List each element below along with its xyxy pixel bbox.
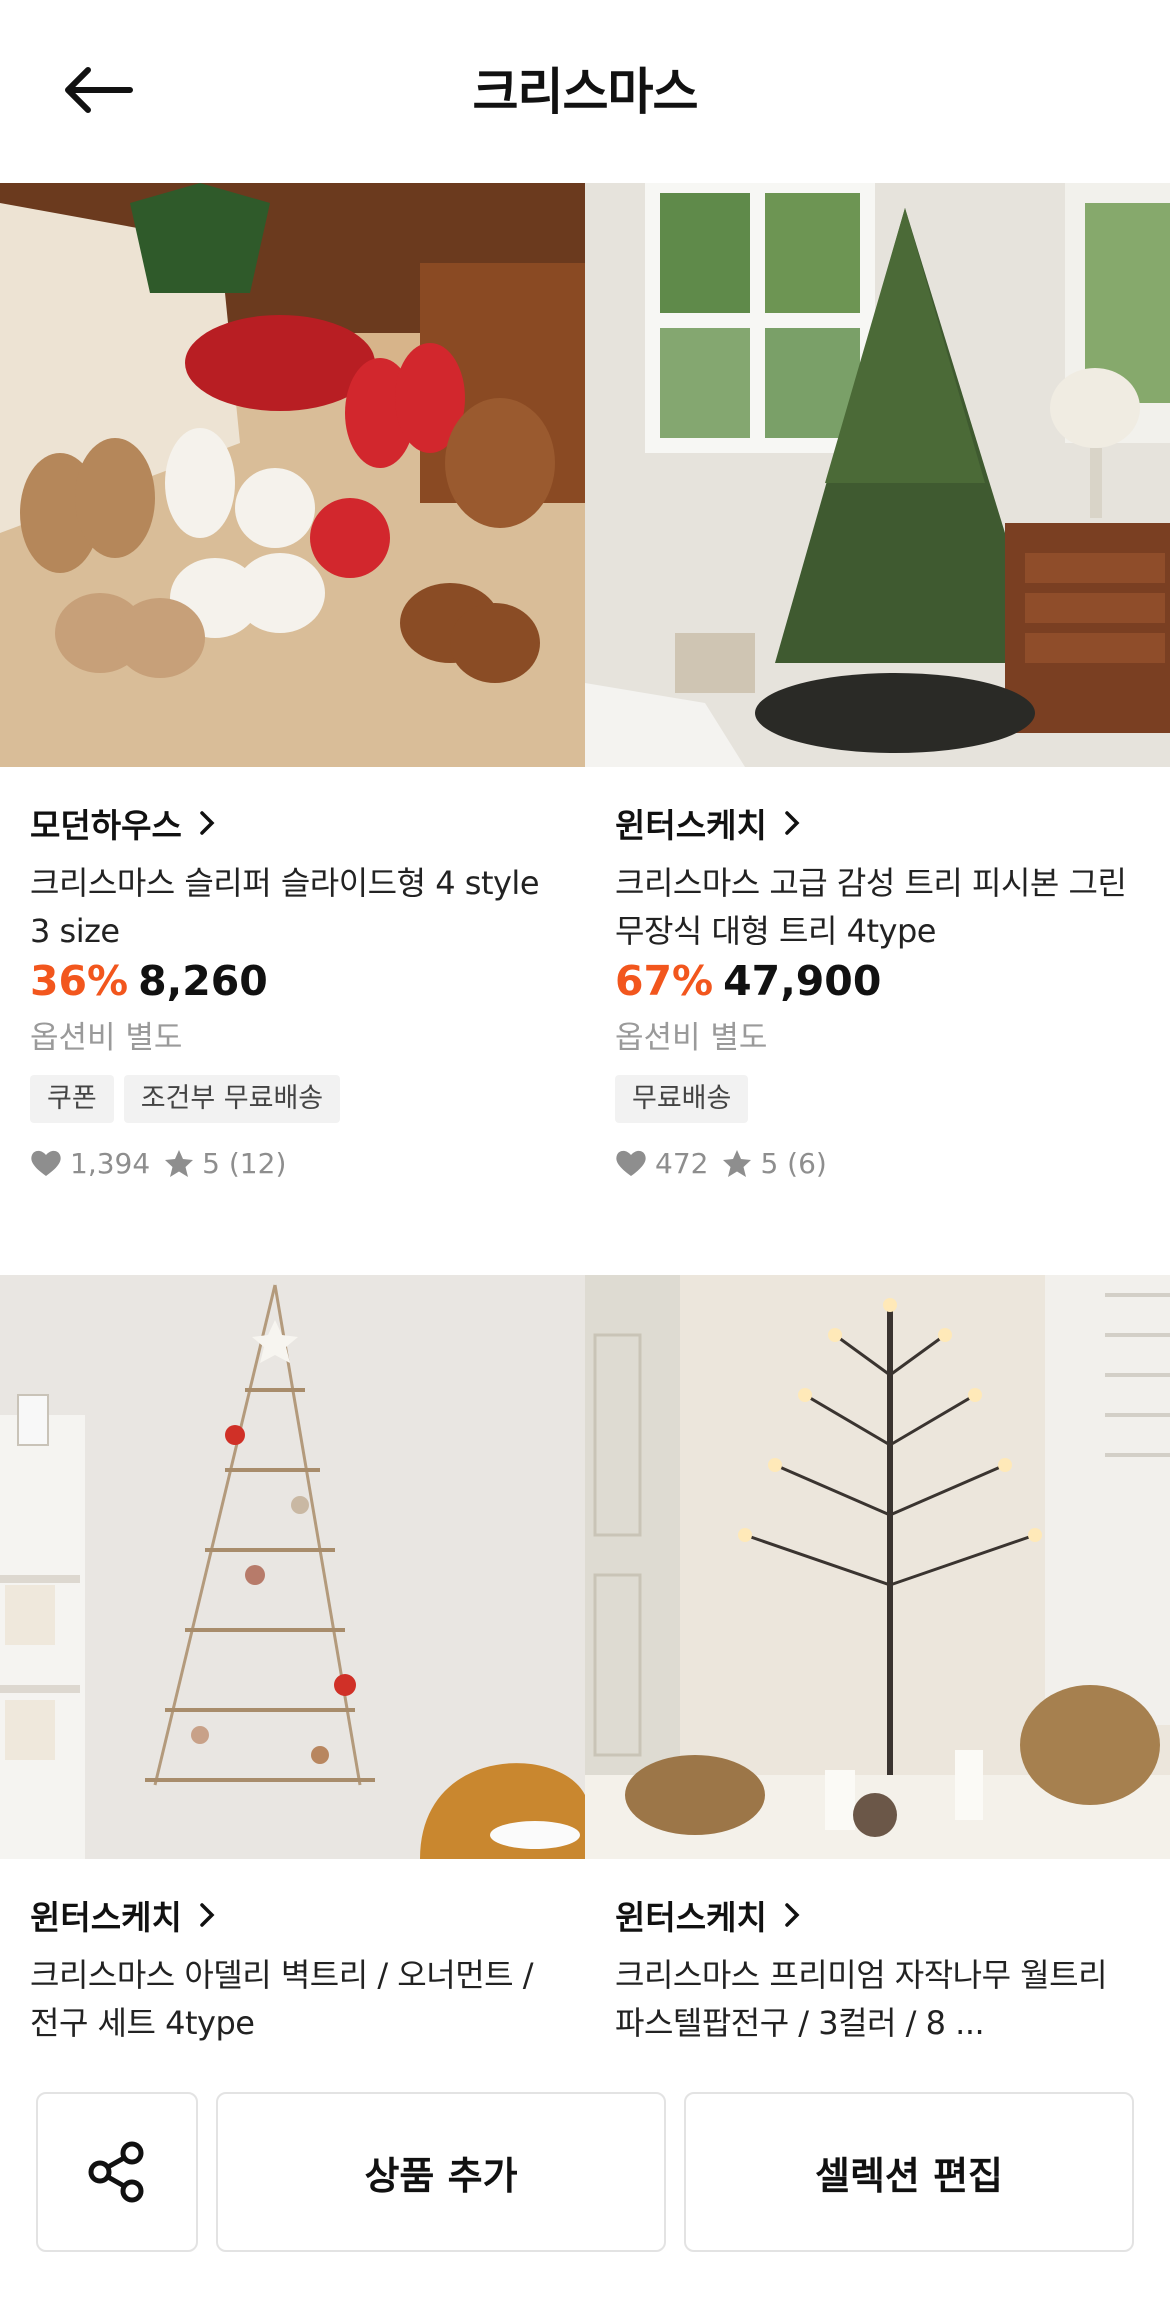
product-image[interactable] [0, 183, 585, 767]
product-title[interactable]: 크리스마스 프리미엄 자작나무 월트리 파스텔팝전구 / 3컬러 / 8 ... [615, 1951, 1140, 2047]
chevron-right-icon [785, 1903, 800, 1927]
product-card-slippers[interactable]: 모던하우스 크리스마스 슬리퍼 슬라이드형 4 style 3 size 36%… [0, 183, 585, 1273]
price: 8,260 [138, 957, 268, 1005]
brand-name: 윈터스케치 [615, 806, 767, 845]
product-info: 모던하우스 크리스마스 슬리퍼 슬라이드형 4 style 3 size 36%… [30, 801, 555, 1183]
rating: 5 (12) [202, 1146, 287, 1180]
share-button[interactable] [36, 2092, 198, 2252]
product-title[interactable]: 크리스마스 아델리 벽트리 / 오너먼트 / 전구 세트 4type [30, 1951, 555, 2047]
product-title[interactable]: 크리스마스 고급 감성 트리 피시본 그린 무장식 대형 트리 4type [615, 859, 1140, 955]
option-note: 옵션비 별도 [30, 1020, 183, 1056]
chevron-right-icon [200, 1903, 215, 1927]
price-row: 67% 47,900 [615, 957, 1140, 1009]
like-count: 1,394 [70, 1146, 151, 1180]
coupon-badge: 쿠폰 [30, 1075, 114, 1123]
product-stats: 472 5 (6) [615, 1143, 1140, 1183]
option-note: 옵션비 별도 [615, 1020, 768, 1056]
shipping-badge: 조건부 무료배송 [123, 1075, 341, 1123]
star-icon [165, 1150, 194, 1177]
product-title[interactable]: 크리스마스 슬리퍼 슬라이드형 4 style 3 size [30, 859, 555, 955]
share-icon [88, 2141, 144, 2203]
star-icon [723, 1150, 752, 1177]
product-info: 윈터스케치 크리스마스 아델리 벽트리 / 오너먼트 / 전구 세트 4type [30, 1893, 555, 2047]
collection-page: 크리스마스 모던하우스 크리스마스 슬리퍼 슬라이드형 4 style 3 si… [0, 0, 1170, 2307]
shipping-badge: 무료배송 [615, 1075, 749, 1123]
discount-rate: 67% [615, 957, 714, 1005]
rating: 5 (6) [760, 1146, 827, 1180]
brand-link[interactable]: 모던하우스 [30, 801, 555, 845]
product-card-tree[interactable]: 윈터스케치 크리스마스 고급 감성 트리 피시본 그린 무장식 대형 트리 4t… [585, 183, 1170, 1273]
brand-name: 윈터스케치 [615, 1898, 767, 1937]
heart-icon [31, 1150, 61, 1176]
edit-selection-button[interactable]: 셀렉션 편집 [684, 2092, 1134, 2252]
discount-rate: 36% [30, 957, 129, 1005]
price: 47,900 [723, 957, 882, 1005]
product-info: 윈터스케치 크리스마스 프리미엄 자작나무 월트리 파스텔팝전구 / 3컬러 /… [615, 1893, 1140, 2047]
chevron-right-icon [785, 811, 800, 835]
product-image[interactable] [585, 183, 1170, 767]
brand-name: 모던하우스 [30, 806, 182, 845]
like-count: 472 [655, 1146, 709, 1180]
product-info: 윈터스케치 크리스마스 고급 감성 트리 피시본 그린 무장식 대형 트리 4t… [615, 801, 1140, 1183]
product-stats: 1,394 5 (12) [30, 1143, 555, 1183]
page-title: 크리스마스 [472, 63, 699, 121]
product-card-wall-tree[interactable]: 윈터스케치 크리스마스 아델리 벽트리 / 오너먼트 / 전구 세트 4type [0, 1275, 585, 2075]
badge-list: 쿠폰 조건부 무료배송 [30, 1075, 555, 1123]
brand-link[interactable]: 윈터스케치 [615, 1893, 1140, 1937]
heart-icon [616, 1150, 646, 1176]
bottom-action-bar: 상품 추가 셀렉션 편집 [0, 2070, 1170, 2307]
price-row: 36% 8,260 [30, 957, 555, 1009]
product-image[interactable] [0, 1275, 585, 1859]
brand-link[interactable]: 윈터스케치 [30, 1893, 555, 1937]
chevron-right-icon [200, 811, 215, 835]
badge-list: 무료배송 [615, 1075, 1140, 1123]
brand-name: 윈터스케치 [30, 1898, 182, 1937]
brand-link[interactable]: 윈터스케치 [615, 801, 1140, 845]
product-image[interactable] [585, 1275, 1170, 1859]
add-product-button[interactable]: 상품 추가 [216, 2092, 666, 2252]
product-card-birch-tree[interactable]: 윈터스케치 크리스마스 프리미엄 자작나무 월트리 파스텔팝전구 / 3컬러 /… [585, 1275, 1170, 2075]
header: 크리스마스 [0, 0, 1170, 183]
